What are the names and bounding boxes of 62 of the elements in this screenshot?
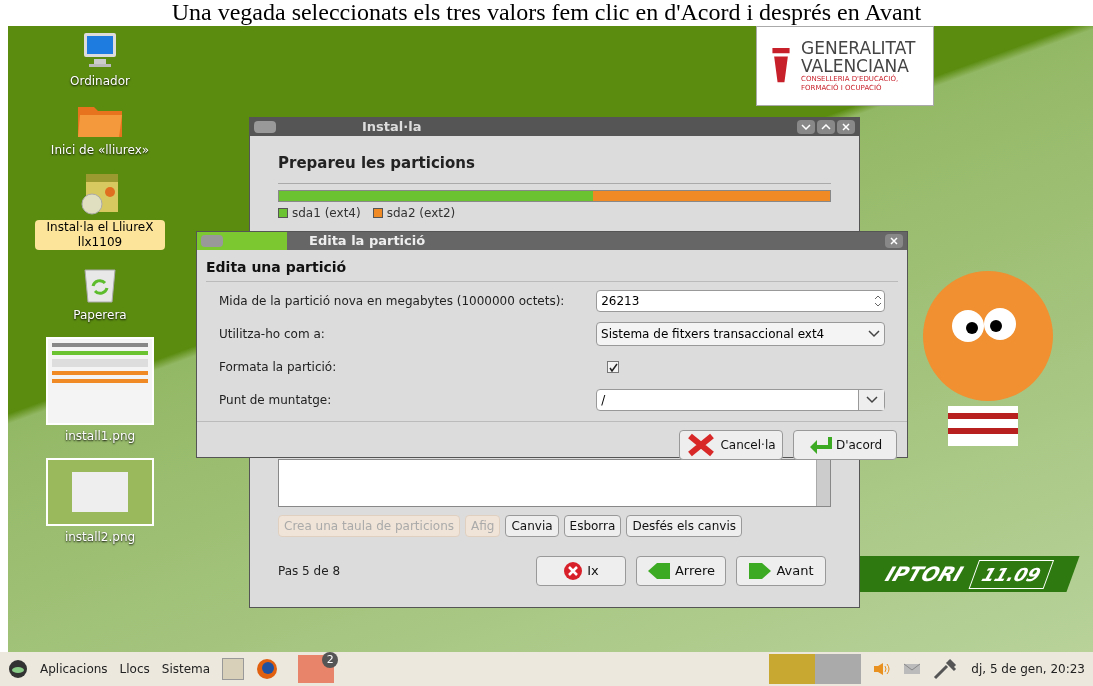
legend-label: sda2 (ext2) [386,204,456,222]
right-arrow-icon [748,561,773,580]
combo-entry-field[interactable]: / [596,389,885,411]
mail-icon [903,663,922,675]
field-label: Utilitza-ho com a: [219,326,326,343]
close-button[interactable] [837,120,855,134]
volume-icon [873,662,892,676]
chevron-up-icon [821,124,831,130]
spin-field[interactable]: 26213 [596,290,885,312]
window-menu-button[interactable] [254,121,276,133]
minimize-button[interactable] [797,120,815,134]
section-heading: Prepareu les particions [278,152,831,184]
window-title: Instal·la [362,118,423,137]
left-arrow-icon [646,561,671,580]
taskbar-window-button[interactable]: 2 [298,655,335,683]
field-label: Mida de la partició nova en megabytes (1000000 octets): [219,293,566,310]
desktop-icon-label[interactable]: Paperera [69,308,131,323]
desktop-icon-label[interactable]: Inici de «lliurex» [46,143,154,158]
menu-logo-icon [8,659,28,679]
dialog-button[interactable]: Cancel·la [679,430,783,460]
caption: Una vegada seleccionats els tres valors fem clic en d'Acord i després en Avant [171,0,922,26]
scrollbar[interactable] [816,459,830,506]
partition-action-button[interactable]: Esborra [563,514,622,537]
desktop-launcher[interactable] [222,658,245,680]
browser-icon [256,658,279,680]
dialog-title: Edita la partició [309,232,427,251]
taskbar-menu[interactable]: Aplicacions [40,660,108,678]
close-button[interactable] [885,234,903,248]
navigation-button[interactable]: Avant [736,555,826,586]
checkbox[interactable] [607,361,619,373]
wallpaper-version-text: 11.09 [968,559,1055,589]
desktop-icon-label[interactable]: Instal·la el LliureX llx1109 [35,220,165,250]
legend-label: sda1 (ext4) [292,204,361,222]
desktop-icon-label[interactable]: Ordinador [66,74,134,89]
field-label: Formata la partició: [219,359,338,376]
partition-list[interactable] [278,458,831,507]
wallpaper-brand-text: IPTORI [881,561,968,588]
window-count-badge: 2 [322,652,339,668]
clock[interactable]: dj, 5 de gen, 20:23 [971,660,1085,678]
check-icon [608,362,618,372]
navigation-button[interactable]: Ix [536,555,626,586]
cross-icon [686,433,717,457]
stop-icon [563,560,584,581]
partition-action-button[interactable]: Canvia [505,514,559,537]
chevron-down-icon [801,124,811,130]
taskbar-menu[interactable]: Llocs [119,660,150,678]
logo-text: GENERALITAT [801,39,917,57]
workspace-switcher[interactable] [769,654,862,684]
field-label: Punt de muntatge: [219,392,333,409]
chevron-down-icon [868,330,880,338]
chevron-down-icon [865,396,878,404]
partition-action-button[interactable]: Desfés els canvis [626,514,742,537]
dialog-heading: Edita una partició [206,257,898,282]
dialog-button[interactable]: D'acord [793,430,897,460]
logo-text: VALENCIANA [801,57,910,75]
step-indicator: Pas 5 de 8 [278,562,341,580]
close-icon [842,123,850,131]
taskbar-menu[interactable]: Sistema [161,660,211,678]
maximize-button[interactable] [817,120,835,134]
navigation-button[interactable]: Arrere [636,555,726,586]
close-icon [890,237,898,245]
dropdown[interactable]: Sistema de fitxers transaccional ext4 [596,322,885,346]
